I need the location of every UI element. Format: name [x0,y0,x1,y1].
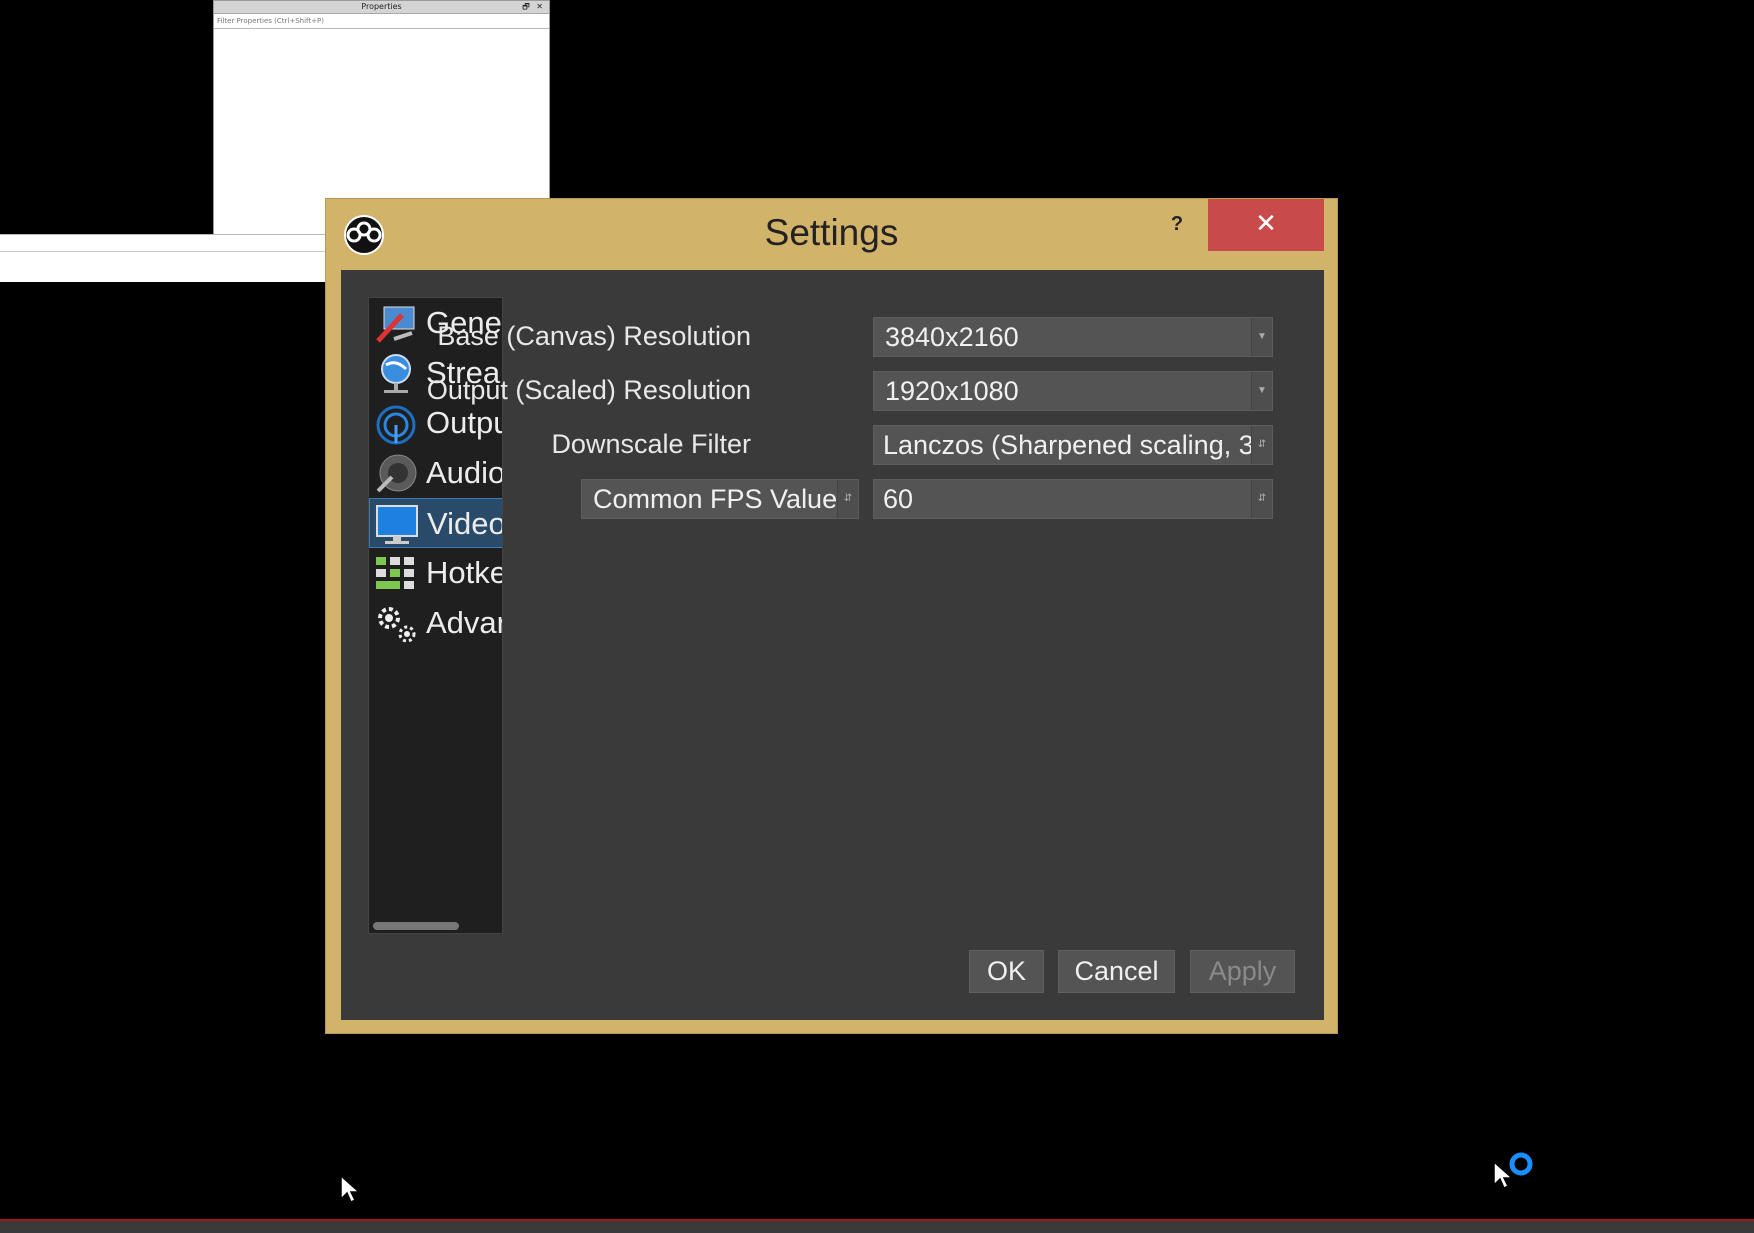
fps-type-value: Common FPS Values [593,484,851,514]
sidebar-item-video[interactable]: Video [369,498,503,548]
fps-value-select[interactable]: 60 ⇵ [873,479,1273,519]
sidebar-item-advanced[interactable]: Advanced [369,598,502,648]
general-icon [374,303,418,345]
downscale-filter-select[interactable]: Lanczos (Sharpened scaling, 32 samples) … [873,425,1273,465]
background-panel-strip [0,234,330,282]
properties-title-bar: Properties 🗗 ✕ [214,1,549,14]
updown-arrows-icon[interactable]: ⇵ [837,480,858,518]
output-resolution-value: 1920x1080 [885,376,1019,406]
base-resolution-label: Base (Canvas) Resolution [437,321,751,351]
sidebar-item-audio[interactable]: Audio [369,448,503,498]
audio-icon [374,453,418,495]
hotkeys-icon [374,553,418,595]
title-bar[interactable]: Settings ? ✕ [326,199,1337,270]
apply-button[interactable]: Apply [1190,950,1295,993]
sidebar-item-label: Output [426,405,502,440]
properties-window-controls[interactable]: 🗗 ✕ [522,1,545,13]
output-resolution-label: Output (Scaled) Resolution [426,375,751,405]
stream-icon [374,353,418,395]
mouse-cursor-icon [340,1174,362,1209]
sidebar-item-label: Hotkeys [426,555,502,590]
settings-client-area: General Stream Output Audio [341,270,1324,1020]
fps-value: 60 [883,484,914,514]
video-icon [375,504,419,546]
properties-title: Properties [361,2,402,11]
base-resolution-combo[interactable]: 3840x2160 ▼ [873,317,1273,357]
base-resolution-value: 3840x2160 [885,322,1019,352]
output-icon [374,403,418,445]
ok-button[interactable]: OK [969,950,1044,993]
updown-arrows-icon[interactable]: ⇵ [1251,426,1272,464]
fps-type-select[interactable]: Common FPS Values ⇵ [581,479,859,519]
sidebar-item-hotkeys[interactable]: Hotkeys [369,548,502,598]
sidebar-item-label: Video [427,506,503,541]
sidebar-item-label: Advanced [426,605,502,640]
chevron-down-icon[interactable]: ▼ [1251,318,1272,356]
sidebar-horizontal-scrollbar[interactable] [373,922,459,930]
settings-dialog: Settings ? ✕ General Stream Output [325,198,1338,1034]
cancel-button[interactable]: Cancel [1058,950,1175,993]
sidebar-item-label: Audio [426,455,503,490]
updown-arrows-icon[interactable]: ⇵ [1251,480,1272,518]
taskbar-edge [0,1219,1754,1233]
close-button[interactable]: ✕ [1208,199,1324,251]
output-resolution-combo[interactable]: 1920x1080 ▼ [873,371,1273,411]
chevron-down-icon[interactable]: ▼ [1251,372,1272,410]
downscale-filter-label: Downscale Filter [551,429,751,459]
advanced-icon [374,603,418,645]
busy-cursor-icon [1493,1150,1535,1204]
help-button[interactable]: ? [1165,213,1189,241]
downscale-filter-value: Lanczos (Sharpened scaling, 32 samples) [883,430,1272,460]
properties-filter-input[interactable]: Filter Properties (Ctrl+Shift+P) [214,14,549,29]
